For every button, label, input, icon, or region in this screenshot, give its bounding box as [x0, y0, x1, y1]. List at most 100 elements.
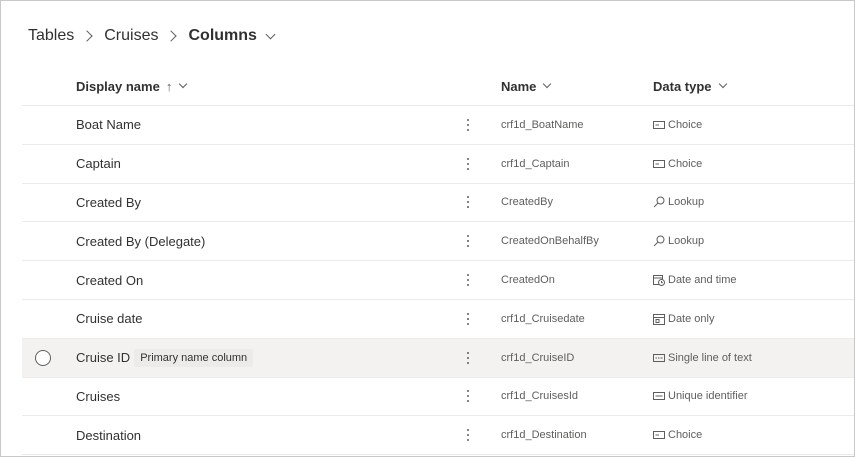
display-name-cell[interactable]: Cruise ID Primary name column	[76, 339, 254, 377]
logical-name: crf1d_CruiseID	[501, 351, 575, 364]
data-type: Date and time	[668, 274, 737, 287]
table-header: Display name ↑ Name Data type	[22, 67, 854, 106]
table-row[interactable]: Cruise ID Primary name column crf1d_Cruise…	[22, 338, 854, 378]
data-type-cell: Choice	[653, 416, 702, 454]
display-name-cell[interactable]: Captain	[76, 145, 121, 183]
header-display-name-label: Display name	[76, 78, 160, 94]
logical-name-cell: crf1d_Destination	[501, 416, 587, 454]
data-type-cell: Date only	[653, 300, 714, 338]
logical-name: crf1d_Cruisedate	[501, 312, 585, 325]
more-vertical-icon	[467, 429, 469, 442]
data-type: Lookup	[668, 196, 705, 209]
chevron-right-icon	[165, 30, 178, 42]
data-type: Choice	[668, 429, 703, 442]
row-select-cell	[35, 339, 51, 377]
logical-name-cell: CreatedBy	[501, 184, 553, 222]
display-name-cell[interactable]: Destination	[76, 416, 141, 454]
display-name-cell[interactable]: Created On	[76, 261, 143, 299]
chevron-down-icon[interactable]	[265, 29, 276, 39]
display-name-cell[interactable]: Created By (Delegate)	[76, 222, 205, 260]
table-row[interactable]: Cruise date crf1d_Cruisedate Date only	[22, 300, 854, 339]
display-name: Created By (Delegate)	[76, 233, 206, 249]
row-select-radio[interactable]	[35, 349, 51, 366]
more-options-button[interactable]	[460, 378, 476, 416]
more-options-button[interactable]	[460, 145, 476, 183]
lookup-icon	[653, 196, 665, 208]
table-row[interactable]: Cruises crf1d_CruisesId Unique identifier	[22, 378, 854, 417]
logical-name: CreatedOnBehalfBy	[501, 235, 599, 248]
display-name: Destination	[76, 427, 142, 443]
table-row[interactable]: Created By (Delegate) CreatedOnBehalfBy Lo…	[22, 222, 854, 262]
more-vertical-icon	[467, 196, 469, 209]
data-type-cell: Choice	[653, 106, 702, 144]
data-type: Choice	[668, 157, 703, 170]
chevron-down-icon	[179, 79, 188, 89]
text-field-icon	[653, 352, 665, 364]
choice-icon	[653, 119, 665, 131]
more-options-button[interactable]	[460, 106, 476, 144]
choice-icon	[653, 429, 665, 441]
breadcrumb-columns[interactable]: Columns	[188, 27, 256, 45]
breadcrumb: Tables Cruises Columns	[28, 25, 276, 47]
more-options-button[interactable]	[460, 184, 476, 222]
chevron-down-icon	[718, 79, 727, 89]
display-name: Created By	[76, 194, 142, 210]
columns-view: Tables Cruises Columns Display name ↑ Na…	[0, 0, 855, 457]
table-row[interactable]: Boat Name crf1d_BoatName Choice	[22, 106, 854, 145]
data-type: Unique identifier	[668, 390, 748, 403]
logical-name-cell: crf1d_CruisesId	[501, 378, 578, 416]
table-row[interactable]: Created By CreatedBy Lookup	[22, 184, 854, 223]
logical-name-cell: CreatedOnBehalfBy	[501, 222, 599, 260]
more-vertical-icon	[467, 235, 469, 248]
chevron-down-icon	[543, 79, 552, 89]
table-row[interactable]: Created On CreatedOn Date and time	[22, 261, 854, 300]
breadcrumb-tables[interactable]: Tables	[28, 27, 74, 45]
data-type: Single line of text	[668, 351, 752, 364]
header-display-name[interactable]: Display name ↑	[76, 67, 188, 105]
data-type-cell: Unique identifier	[653, 378, 748, 416]
more-vertical-icon	[467, 118, 469, 131]
data-type-cell: Single line of text	[653, 339, 752, 377]
more-options-button[interactable]	[460, 261, 476, 299]
display-name: Captain	[76, 156, 121, 172]
table-row[interactable]: Destination crf1d_Destination Choice	[22, 416, 854, 456]
logical-name-cell: crf1d_BoatName	[501, 106, 584, 144]
columns-table: Display name ↑ Name Data type Boat Name c…	[22, 67, 854, 456]
display-name-cell[interactable]: Boat Name	[76, 106, 141, 144]
more-vertical-icon	[467, 274, 469, 287]
more-options-button[interactable]	[460, 222, 476, 260]
header-name-label: Name	[501, 78, 537, 94]
logical-name: CreatedBy	[501, 196, 553, 209]
lookup-icon	[653, 235, 665, 247]
display-name: Cruise ID	[76, 350, 131, 366]
more-options-button[interactable]	[460, 416, 476, 454]
table-body: Boat Name crf1d_BoatName Choice Captain crf1…	[22, 106, 854, 456]
header-data-type[interactable]: Data type	[653, 67, 727, 105]
more-vertical-icon	[467, 351, 469, 364]
logical-name-cell: CreatedOn	[501, 261, 555, 299]
logical-name: crf1d_Destination	[501, 429, 587, 442]
display-name: Cruises	[76, 388, 121, 404]
more-options-button[interactable]	[460, 339, 476, 377]
data-type: Date only	[668, 312, 715, 325]
data-type-cell: Choice	[653, 145, 702, 183]
logical-name-cell: crf1d_Captain	[501, 145, 570, 183]
data-type: Choice	[668, 118, 703, 131]
display-name-cell[interactable]: Cruise date	[76, 300, 142, 338]
more-options-button[interactable]	[460, 300, 476, 338]
logical-name: crf1d_CruisesId	[501, 390, 579, 403]
logical-name-cell: crf1d_CruiseID	[501, 339, 574, 377]
data-type-cell: Date and time	[653, 261, 736, 299]
header-name[interactable]: Name	[501, 67, 552, 105]
table-row[interactable]: Captain crf1d_Captain Choice	[22, 145, 854, 184]
more-vertical-icon	[467, 390, 469, 403]
chevron-right-icon	[81, 30, 93, 42]
display-name: Created On	[76, 272, 144, 288]
logical-name: crf1d_BoatName	[501, 118, 584, 131]
data-type: Lookup	[668, 235, 705, 248]
display-name-cell[interactable]: Created By	[76, 184, 141, 222]
breadcrumb-cruises[interactable]: Cruises	[104, 27, 158, 45]
display-name: Boat Name	[76, 117, 142, 133]
display-name-cell[interactable]: Cruises	[76, 378, 120, 416]
sort-ascending-icon: ↑	[165, 78, 173, 94]
